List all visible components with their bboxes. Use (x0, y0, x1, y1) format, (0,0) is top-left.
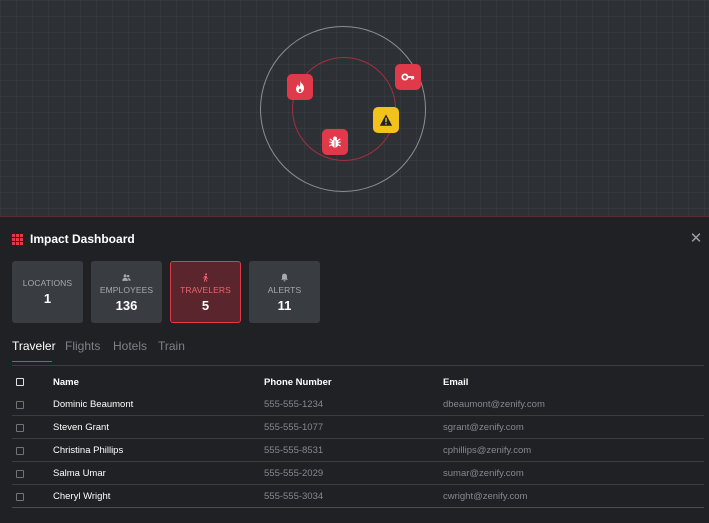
card-value: 5 (201, 297, 210, 313)
table-row[interactable]: Salma Umar 555-555-2029 sumar@zenify.com (12, 463, 704, 485)
cell-email: dbeaumont@zenify.com (443, 399, 545, 410)
row-checkbox[interactable] (16, 447, 24, 455)
panel-title: Impact Dashboard (30, 232, 135, 246)
map-view[interactable] (0, 0, 709, 217)
tab-bar: Traveler Flights Hotels Train (12, 337, 704, 366)
cell-name: Christina Phillips (53, 445, 124, 456)
tab-train[interactable]: Train (158, 339, 185, 353)
stat-cards: LOCATIONS 1 EMPLOYEES 136 TRAVELERS 5 AL… (12, 261, 320, 323)
people-icon (122, 272, 131, 283)
active-tab-indicator (12, 361, 52, 362)
card-value: 11 (277, 297, 292, 313)
table-row[interactable]: Cheryl Wright 555-555-3034 cwright@zenif… (12, 486, 704, 508)
card-travelers[interactable]: TRAVELERS 5 (170, 261, 241, 323)
select-all-checkbox[interactable] (16, 378, 24, 386)
grid-icon (12, 233, 23, 245)
table-row[interactable]: Christina Phillips 555-555-8531 cphillip… (12, 440, 704, 462)
warning-marker[interactable] (373, 107, 399, 133)
bug-marker[interactable] (322, 129, 348, 155)
fire-marker[interactable] (287, 74, 313, 100)
row-checkbox[interactable] (16, 470, 24, 478)
card-alerts[interactable]: ALERTS 11 (249, 261, 320, 323)
card-employees[interactable]: EMPLOYEES 136 (91, 261, 162, 323)
cell-name: Cheryl Wright (53, 491, 111, 502)
table-row[interactable]: Steven Grant 555-555-1077 sgrant@zenify.… (12, 417, 704, 439)
bug-icon (329, 136, 341, 148)
key-marker[interactable] (395, 64, 421, 90)
tab-traveler[interactable]: Traveler (12, 339, 56, 353)
column-header-name[interactable]: Name (53, 377, 79, 388)
cell-name: Steven Grant (53, 422, 109, 433)
table-row[interactable]: Dominic Beaumont 555-555-1234 dbeaumont@… (12, 394, 704, 416)
card-label: EMPLOYEES (99, 284, 154, 295)
card-label: ALERTS (267, 284, 302, 295)
row-checkbox[interactable] (16, 401, 24, 409)
key-icon (401, 73, 415, 81)
table-header: Name Phone Number Email (12, 373, 704, 393)
row-checkbox[interactable] (16, 493, 24, 501)
cell-email: cwright@zenify.com (443, 491, 528, 502)
cell-phone: 555-555-1234 (264, 399, 324, 410)
cell-phone: 555-555-1077 (264, 422, 324, 433)
cell-email: sumar@zenify.com (443, 468, 524, 479)
card-label: LOCATIONS (22, 278, 73, 288)
column-header-email[interactable]: Email (443, 377, 468, 388)
cell-name: Salma Umar (53, 468, 106, 479)
cell-phone: 555-555-2029 (264, 468, 324, 479)
panel-header: Impact Dashboard (12, 231, 135, 247)
impact-dashboard-panel: Impact Dashboard ✕ LOCATIONS 1 EMPLOYEES… (0, 217, 709, 523)
card-label: TRAVELERS (180, 284, 231, 295)
close-icon: ✕ (689, 230, 703, 247)
tab-flights[interactable]: Flights (65, 339, 100, 353)
cell-email: sgrant@zenify.com (443, 422, 524, 433)
bell-icon (280, 272, 289, 283)
card-value: 136 (115, 297, 138, 313)
close-button[interactable]: ✕ (689, 230, 703, 247)
cell-phone: 555-555-8531 (264, 445, 324, 456)
warning-icon (379, 114, 393, 126)
card-value: 1 (43, 291, 52, 306)
row-checkbox[interactable] (16, 424, 24, 432)
travelers-table: Name Phone Number Email Dominic Beaumont… (12, 373, 704, 508)
walking-icon (201, 272, 210, 283)
cell-email: cphillips@zenify.com (443, 445, 532, 456)
cell-name: Dominic Beaumont (53, 399, 134, 410)
fire-icon (296, 80, 304, 94)
card-locations[interactable]: LOCATIONS 1 (12, 261, 83, 323)
tab-hotels[interactable]: Hotels (113, 339, 147, 353)
column-header-phone[interactable]: Phone Number (264, 377, 332, 388)
cell-phone: 555-555-3034 (264, 491, 324, 502)
